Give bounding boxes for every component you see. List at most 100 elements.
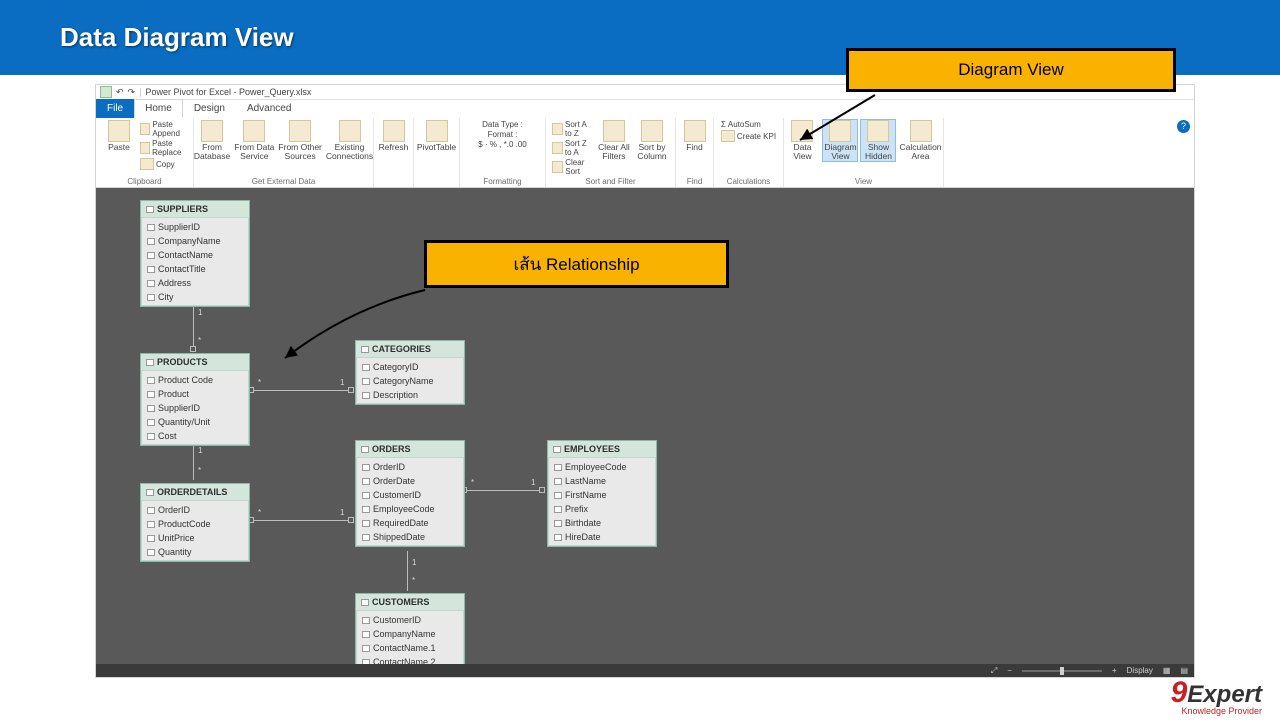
from-dataservice-button[interactable]: From Data Service bbox=[234, 120, 274, 161]
create-kpi-button[interactable]: Create KPI bbox=[721, 130, 776, 142]
autosum-button[interactable]: Σ AutoSum bbox=[721, 120, 761, 129]
rel-line[interactable] bbox=[407, 551, 408, 591]
field-icon bbox=[147, 266, 155, 273]
format-symbols[interactable]: $ · % , *.0 .00 bbox=[478, 140, 526, 149]
table-suppliers[interactable]: SUPPLIERS SupplierIDCompanyNameContactNa… bbox=[140, 200, 250, 307]
clear-filters-button[interactable]: Clear All Filters bbox=[597, 120, 631, 161]
existing-connections-button[interactable]: Existing Connections bbox=[326, 120, 373, 161]
diagram-view-button[interactable]: Diagram View bbox=[823, 120, 857, 161]
zoom-slider[interactable] bbox=[1022, 670, 1102, 672]
tab-home[interactable]: Home bbox=[134, 99, 183, 118]
field-item[interactable]: Product bbox=[141, 387, 249, 401]
field-item[interactable]: OrderID bbox=[141, 503, 249, 517]
field-item[interactable]: CustomerID bbox=[356, 488, 464, 502]
view-icon-2[interactable]: ▤ bbox=[1180, 666, 1188, 675]
field-item[interactable]: Description bbox=[356, 388, 464, 402]
from-database-button[interactable]: From Database bbox=[194, 120, 230, 161]
field-item[interactable]: Quantity bbox=[141, 545, 249, 559]
field-item[interactable]: FirstName bbox=[548, 488, 656, 502]
table-products[interactable]: PRODUCTS Product CodeProductSupplierIDQu… bbox=[140, 353, 250, 446]
field-item[interactable]: SupplierID bbox=[141, 220, 249, 234]
qat-undo-icon[interactable]: ↶ bbox=[116, 87, 124, 98]
field-item[interactable]: HireDate bbox=[548, 530, 656, 544]
rel-line[interactable] bbox=[193, 300, 194, 350]
table-header[interactable]: ORDERDETAILS bbox=[141, 484, 249, 501]
refresh-button[interactable]: Refresh bbox=[377, 120, 411, 152]
qat-redo-icon[interactable]: ↷ bbox=[128, 87, 136, 98]
table-employees[interactable]: EMPLOYEES EmployeeCode LastName FirstNameP… bbox=[547, 440, 657, 547]
field-item[interactable]: Birthdate bbox=[548, 516, 656, 530]
field-item[interactable]: SupplierID bbox=[141, 401, 249, 415]
table-icon bbox=[361, 599, 369, 606]
field-item[interactable]: Quantity/Unit bbox=[141, 415, 249, 429]
zoom-in-icon[interactable]: + bbox=[1112, 666, 1117, 675]
datatype-label[interactable]: Data Type : bbox=[482, 120, 523, 129]
sort-by-column-button[interactable]: Sort by Column bbox=[635, 120, 669, 161]
data-view-button[interactable]: Data View bbox=[785, 120, 819, 161]
field-item[interactable]: ProductCode bbox=[141, 517, 249, 531]
field-item[interactable]: ContactName.2 bbox=[356, 655, 464, 664]
fit-icon[interactable]: ⤢ bbox=[991, 666, 997, 676]
field-item[interactable]: LastName bbox=[548, 474, 656, 488]
field-item[interactable]: OrderDate bbox=[356, 474, 464, 488]
field-item[interactable]: ContactName bbox=[141, 248, 249, 262]
table-header[interactable]: EMPLOYEES bbox=[548, 441, 656, 458]
field-item[interactable]: CompanyName bbox=[356, 627, 464, 641]
field-item[interactable]: UnitPrice bbox=[141, 531, 249, 545]
paste-replace-button[interactable]: Paste Replace bbox=[140, 139, 187, 157]
copy-button[interactable]: Copy bbox=[140, 158, 175, 170]
field-item[interactable]: CategoryID bbox=[356, 360, 464, 374]
paste-append-button[interactable]: Paste Append bbox=[140, 120, 187, 138]
tab-design[interactable]: Design bbox=[183, 99, 236, 118]
field-label: CompanyName bbox=[373, 629, 436, 639]
field-label: LastName bbox=[565, 476, 606, 486]
table-header[interactable]: ORDERS bbox=[356, 441, 464, 458]
field-item[interactable]: EmployeeCode bbox=[548, 460, 656, 474]
sort-za-button[interactable]: Sort Z to A bbox=[552, 139, 593, 157]
tab-advanced[interactable]: Advanced bbox=[236, 99, 302, 118]
field-item[interactable]: City bbox=[141, 290, 249, 304]
calc-area-button[interactable]: Calculation Area bbox=[899, 120, 941, 161]
field-item[interactable]: OrderID bbox=[356, 460, 464, 474]
field-item[interactable]: CustomerID bbox=[356, 613, 464, 627]
field-item[interactable]: Cost bbox=[141, 429, 249, 443]
field-item[interactable]: ContactName.1 bbox=[356, 641, 464, 655]
sort-az-button[interactable]: Sort A to Z bbox=[552, 120, 593, 138]
field-icon bbox=[554, 478, 562, 485]
rel-line[interactable] bbox=[459, 490, 545, 491]
ribbon-group-calc: Σ AutoSum Create KPI Calculations bbox=[714, 118, 784, 187]
status-display[interactable]: Display bbox=[1127, 666, 1153, 675]
table-orders[interactable]: ORDERS OrderIDOrderDateCustomerIDEmploye… bbox=[355, 440, 465, 547]
table-orderdetails[interactable]: ORDERDETAILS OrderIDProductCodeUnitPrice… bbox=[140, 483, 250, 562]
rel-line[interactable] bbox=[246, 520, 354, 521]
table-customers[interactable]: CUSTOMERS CustomerID CompanyName ContactNa… bbox=[355, 593, 465, 664]
rel-line[interactable] bbox=[193, 444, 194, 480]
find-button[interactable]: Find bbox=[678, 120, 712, 152]
field-item[interactable]: Product Code bbox=[141, 373, 249, 387]
field-item[interactable]: RequiredDate bbox=[356, 516, 464, 530]
table-header[interactable]: CUSTOMERS bbox=[356, 594, 464, 611]
field-item[interactable]: ContactTitle bbox=[141, 262, 249, 276]
pivottable-button[interactable]: PivotTable bbox=[417, 120, 456, 152]
tab-file[interactable]: File bbox=[96, 99, 134, 118]
table-header[interactable]: SUPPLIERS bbox=[141, 201, 249, 218]
rel-line[interactable] bbox=[246, 390, 354, 391]
field-item[interactable]: CategoryName bbox=[356, 374, 464, 388]
field-item[interactable]: ShippedDate bbox=[356, 530, 464, 544]
paste-button[interactable]: Paste bbox=[102, 120, 136, 152]
from-other-button[interactable]: From Other Sources bbox=[278, 120, 321, 161]
view-icon-1[interactable]: ▦ bbox=[1163, 666, 1171, 675]
table-categories[interactable]: CATEGORIES CategoryIDCategoryNameDescrip… bbox=[355, 340, 465, 405]
clear-sort-button[interactable]: Clear Sort bbox=[552, 158, 593, 176]
format-label[interactable]: Format : bbox=[488, 130, 518, 139]
field-item[interactable]: Prefix bbox=[548, 502, 656, 516]
field-icon bbox=[554, 464, 562, 471]
field-item[interactable]: Address bbox=[141, 276, 249, 290]
zoom-out-icon[interactable]: − bbox=[1007, 666, 1012, 675]
field-item[interactable]: EmployeeCode bbox=[356, 502, 464, 516]
table-header[interactable]: CATEGORIES bbox=[356, 341, 464, 358]
show-hidden-button[interactable]: Show Hidden bbox=[861, 120, 895, 161]
field-item[interactable]: CompanyName bbox=[141, 234, 249, 248]
table-header[interactable]: PRODUCTS bbox=[141, 354, 249, 371]
help-icon[interactable]: ? bbox=[1177, 120, 1190, 133]
